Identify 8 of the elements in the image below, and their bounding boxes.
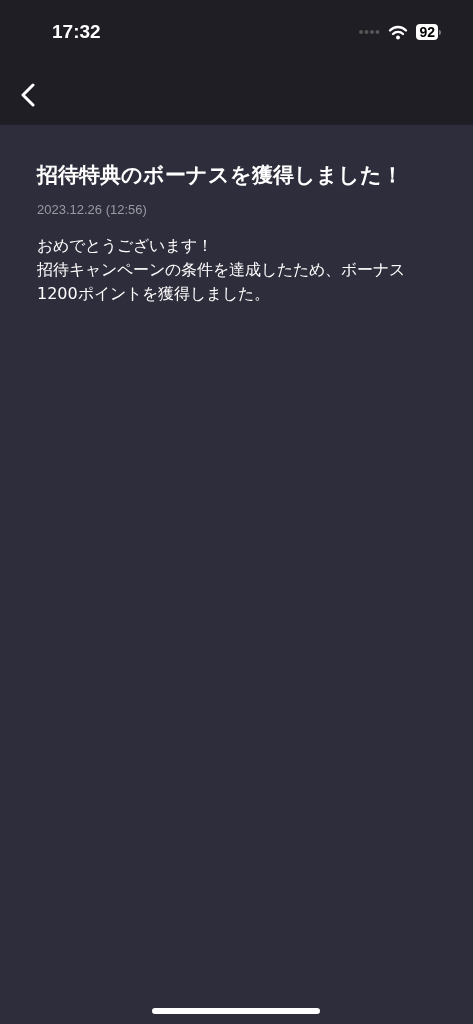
article-title: 招待特典のボーナスを獲得しました！ (37, 162, 404, 189)
battery-icon: 92 (416, 24, 441, 40)
message-text: 招待キャンペーンの条件を達成したため、ボーナス1200ポイントを獲得しました。 (37, 258, 406, 305)
message-text: おめでとうございます！ (37, 234, 214, 257)
article-date: 2023.12.26 (12:56) (37, 201, 148, 219)
signal-icon (358, 29, 381, 35)
status-time: 17:32 (52, 19, 101, 44)
wifi-icon (388, 24, 409, 40)
